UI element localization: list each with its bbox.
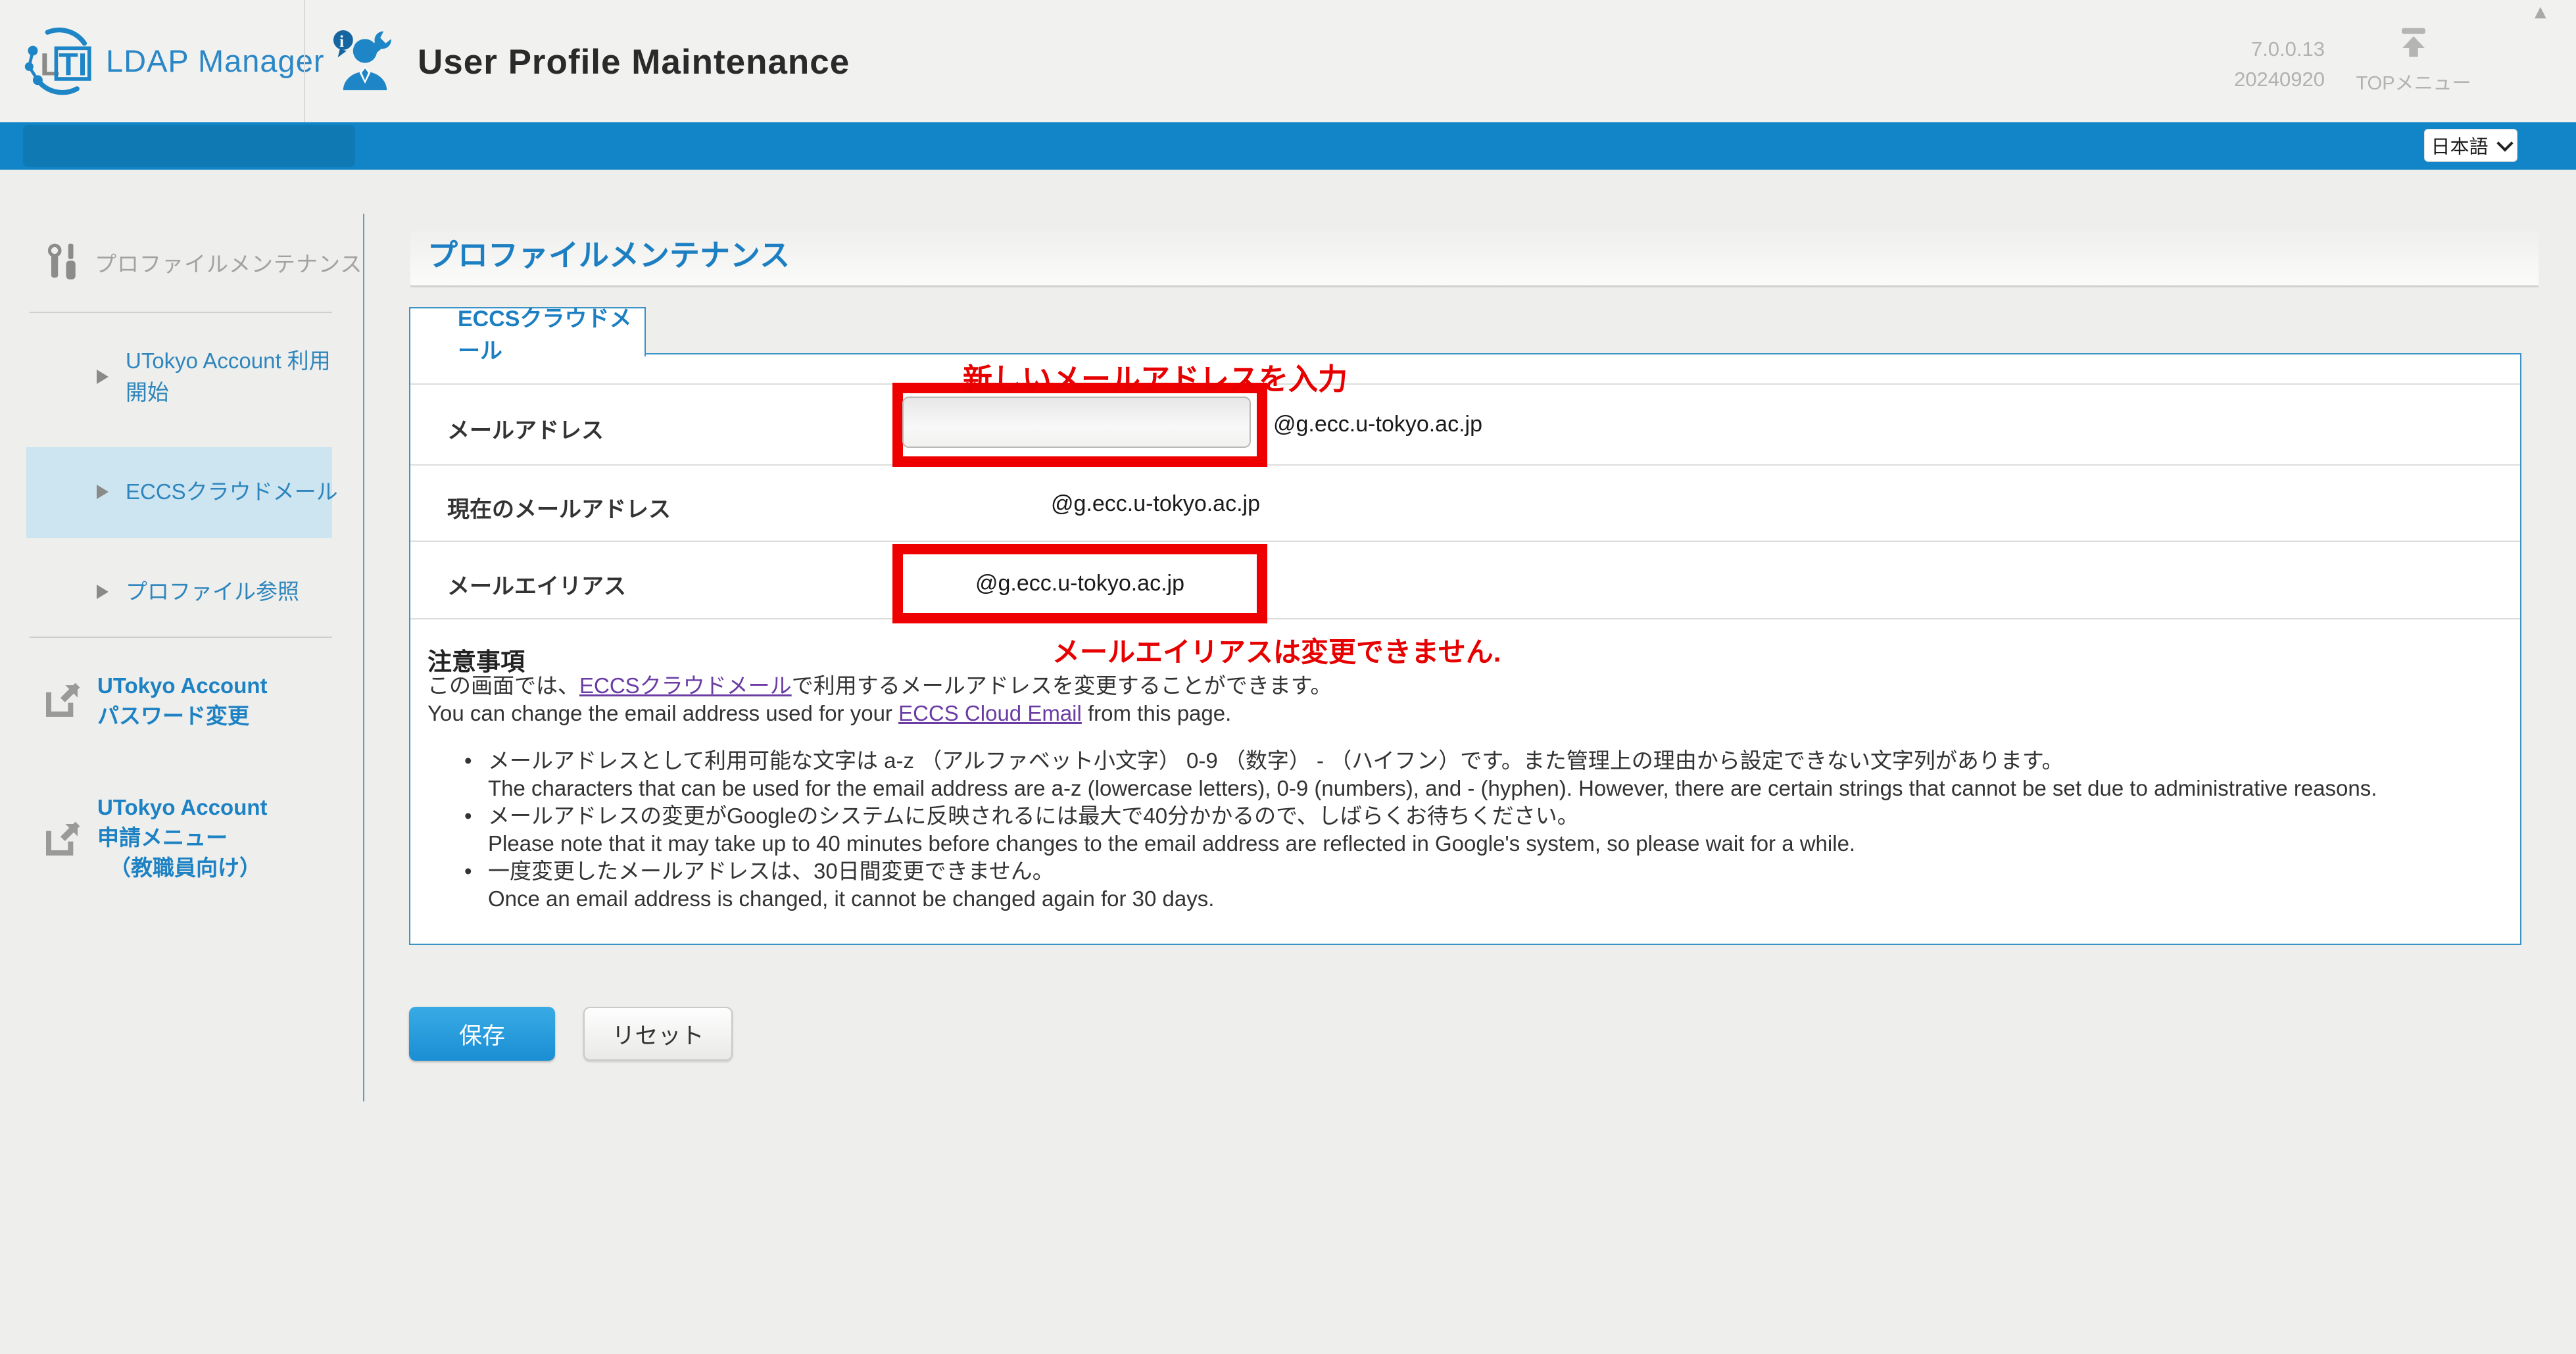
top-menu-arrow-icon xyxy=(2396,24,2431,60)
sidebar-heading-label: プロファイルメンテナンス xyxy=(95,247,362,278)
sidebar-link-label: UTokyo Account申請メニュー（教職員向け） xyxy=(97,792,268,883)
top-menu-label: TOPメニュー xyxy=(2351,68,2476,95)
chevron-down-icon xyxy=(2496,135,2513,151)
notes-intro-en: You can change the email address used fo… xyxy=(427,701,1231,726)
external-link-icon xyxy=(41,819,83,861)
sidebar-link-application-menu[interactable]: UTokyo Account申請メニュー（教職員向け） xyxy=(41,792,268,883)
tab-label: ECCSクラウドメール xyxy=(410,301,644,365)
sidebar-item-profile-reference[interactable]: プロファイル参照 xyxy=(97,573,299,610)
ldap-manager-page: L TI LDAP Manager i User Profile Mainten… xyxy=(0,0,2576,1354)
version-info: 7.0.0.13 20240920 xyxy=(2190,34,2325,95)
bullet-en: The characters that can be used for the … xyxy=(488,775,2377,802)
label-current-mail-address: 現在のメールアドレス xyxy=(447,491,671,523)
menu-bar xyxy=(0,122,2576,170)
notes-bullet: メールアドレスの変更がGoogleのシステムに反映されるには最大で40分かかるの… xyxy=(427,802,2377,858)
current-mail-address-value: @g.ecc.u-tokyo.ac.jp xyxy=(1051,491,1260,517)
notes-bullet: メールアドレスとして利用可能な文字は a-z （アルファベット小文字） 0-9 … xyxy=(427,747,2377,802)
notes-intro-jp-before: この画面では、 xyxy=(427,673,579,698)
version-number: 7.0.0.13 xyxy=(2190,34,2325,64)
sidebar-link-label: UTokyo Accountパスワード変更 xyxy=(97,671,268,731)
sidebar-content-divider xyxy=(363,214,364,1101)
header-divider xyxy=(304,0,305,122)
header: L TI LDAP Manager i User Profile Mainten… xyxy=(0,0,2576,122)
row-separator xyxy=(410,618,2520,619)
page-title: プロファイルメンテナンス xyxy=(427,231,790,275)
notes-bullet: 一度変更したメールアドレスは、30日間変更できません。 Once an emai… xyxy=(427,858,2377,913)
row-separator xyxy=(410,541,2520,542)
arrow-right-icon xyxy=(97,485,109,499)
eccs-cloud-mail-link-jp[interactable]: ECCSクラウドメール xyxy=(579,673,792,698)
scroll-top-icon[interactable]: ▲ xyxy=(2531,1,2550,24)
language-select-value: 日本語 xyxy=(2431,132,2488,159)
label-mail-address: メールアドレス xyxy=(447,412,604,445)
bullet-jp: メールアドレスの変更がGoogleのシステムに反映されるには最大で40分かかるの… xyxy=(488,802,2377,830)
sidebar-separator xyxy=(30,312,332,313)
sidebar-item-eccs-cloud-mail-content[interactable]: ECCSクラウドメール xyxy=(97,473,338,510)
mail-domain-suffix: @g.ecc.u-tokyo.ac.jp xyxy=(1273,412,1482,437)
ldap-manager-logo: L TI LDAP Manager xyxy=(23,24,325,97)
sidebar-item-label: ECCSクラウドメール xyxy=(126,476,338,508)
menu-bar-active-segment xyxy=(23,125,355,167)
notes-bullet-list: メールアドレスとして利用可能な文字は a-z （アルファベット小文字） 0-9 … xyxy=(427,747,2377,913)
external-link-icon xyxy=(41,680,83,722)
row-separator xyxy=(410,383,2520,385)
arrow-right-icon xyxy=(97,370,109,384)
arrow-right-icon xyxy=(97,585,109,599)
bullet-en: Please note that it may take up to 40 mi… xyxy=(488,830,2377,858)
bullet-en: Once an email address is changed, it can… xyxy=(488,885,2377,913)
eccs-cloud-email-link-en[interactable]: ECCS Cloud Email xyxy=(898,701,1082,725)
mail-alias-value: @g.ecc.u-tokyo.ac.jp xyxy=(903,554,1257,613)
sidebar-link-password-change[interactable]: UTokyo Accountパスワード変更 xyxy=(41,671,268,731)
sidebar-item-label: UTokyo Account 利用開始 xyxy=(126,345,331,408)
notes-intro-jp-after: で利用するメールアドレスを変更することができます。 xyxy=(792,673,1332,698)
sidebar-item-label: プロファイル参照 xyxy=(126,576,299,608)
version-date: 20240920 xyxy=(2190,64,2325,95)
annotation-new-address: 新しいメールアドレスを入力 xyxy=(963,355,1348,398)
tab-eccs-cloud-mail[interactable]: ECCSクラウドメール xyxy=(409,307,646,356)
row-separator xyxy=(410,464,2520,466)
sidebar-separator xyxy=(30,637,332,638)
language-select[interactable]: 日本語 xyxy=(2424,129,2517,162)
notes-intro-jp: この画面では、ECCSクラウドメールで利用するメールアドレスを変更することができ… xyxy=(427,668,1332,700)
label-mail-alias: メールエイリアス xyxy=(447,568,626,600)
notes-intro-en-after: from this page. xyxy=(1082,701,1231,725)
logo-text: LDAP Manager xyxy=(106,43,325,79)
mail-address-input[interactable] xyxy=(902,397,1251,448)
sidebar-heading: プロファイルメンテナンス xyxy=(46,242,362,283)
lti-logo-icon: L TI xyxy=(23,24,97,97)
app-title-block: i User Profile Maintenance xyxy=(332,25,850,99)
bullet-jp: 一度変更したメールアドレスは、30日間変更できません。 xyxy=(488,858,2377,885)
svg-text:i: i xyxy=(339,33,344,51)
highlight-box-mail-alias: @g.ecc.u-tokyo.ac.jp xyxy=(892,544,1267,623)
notes-intro-en-before: You can change the email address used fo… xyxy=(427,701,898,725)
bullet-jp: メールアドレスとして利用可能な文字は a-z （アルファベット小文字） 0-9 … xyxy=(488,747,2377,775)
top-menu-button[interactable]: TOPメニュー xyxy=(2351,24,2476,95)
page-header-title: User Profile Maintenance xyxy=(418,42,850,82)
save-button[interactable]: 保存 xyxy=(409,1007,555,1061)
tools-icon xyxy=(46,242,80,283)
annotation-alias: メールエイリアスは変更できません. xyxy=(1052,630,1501,670)
sidebar-item-utokyo-account-start[interactable]: UTokyo Account 利用開始 xyxy=(97,339,331,414)
reset-button[interactable]: リセット xyxy=(583,1007,733,1061)
user-profile-maintenance-icon: i xyxy=(332,27,398,97)
